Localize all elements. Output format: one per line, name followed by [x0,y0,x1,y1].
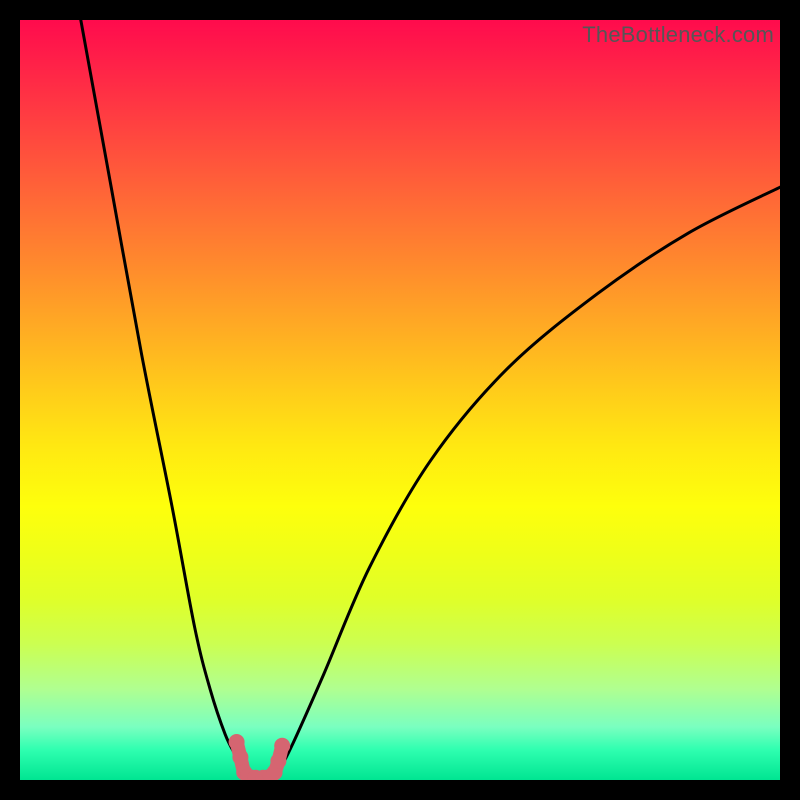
trough-marker-dot [229,734,245,750]
trough-marker-dot [232,749,248,765]
trough-marker-dots [229,734,291,780]
curve-left-branch [81,20,244,772]
chart-frame: TheBottleneck.com [0,0,800,800]
trough-marker-dot [270,753,286,769]
chart-svg [20,20,780,780]
curve-right-branch [278,187,780,772]
trough-marker-dot [274,738,290,754]
plot-area: TheBottleneck.com [20,20,780,780]
